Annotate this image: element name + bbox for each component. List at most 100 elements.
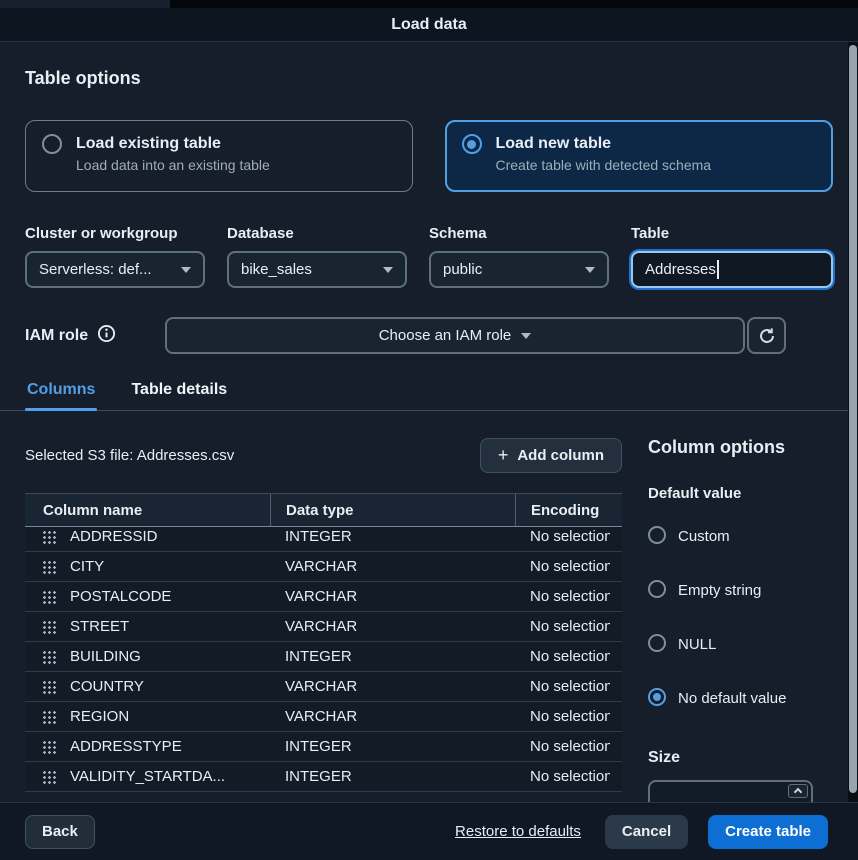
drag-handle-icon[interactable] xyxy=(42,590,56,604)
back-button[interactable]: Back xyxy=(25,815,95,849)
iam-label-group: IAM role xyxy=(25,324,165,347)
schema-label: Schema xyxy=(429,225,609,242)
cluster-field: Cluster or workgroup Serverless: def... xyxy=(25,225,205,288)
drag-handle-icon[interactable] xyxy=(42,710,56,724)
connection-fields-row: Cluster or workgroup Serverless: def... … xyxy=(25,225,833,288)
column-name-cell: ADDRESSTYPE xyxy=(70,738,182,755)
default-value-radio-group: Custom Empty string NULL No default valu… xyxy=(648,524,833,711)
radio-label: Custom xyxy=(678,524,730,549)
drag-handle-icon[interactable] xyxy=(42,770,56,784)
dialog-body: Table options Load existing table Load d… xyxy=(0,42,858,802)
encoding-cell[interactable]: No selection xyxy=(515,738,610,755)
data-type-cell[interactable]: INTEGER xyxy=(270,648,515,665)
drag-handle-icon[interactable] xyxy=(42,560,56,574)
iam-role-placeholder: Choose an IAM role xyxy=(379,327,512,344)
table-row: ADDRESSID INTEGER No selection xyxy=(25,527,622,552)
s3-file-row: Selected S3 file: Addresses.csv + Add co… xyxy=(25,437,622,473)
drag-handle-icon[interactable] xyxy=(42,680,56,694)
chevron-down-icon xyxy=(181,267,191,273)
cluster-value: Serverless: def... xyxy=(39,261,152,278)
table-row: CITY VARCHAR No selection xyxy=(25,552,622,582)
option-load-new-table[interactable]: Load new table Create table with detecte… xyxy=(445,120,834,192)
info-icon[interactable] xyxy=(97,324,116,347)
create-table-button[interactable]: Create table xyxy=(708,815,828,849)
radio-label: NULL xyxy=(678,632,716,657)
table-row: REGION VARCHAR No selection xyxy=(25,702,622,732)
database-select[interactable]: bike_sales xyxy=(227,251,407,288)
dialog-title: Load data xyxy=(391,16,467,34)
encoding-cell[interactable]: No selection xyxy=(515,708,610,725)
schema-select[interactable]: public xyxy=(429,251,609,288)
encoding-cell[interactable]: No selection xyxy=(515,678,610,695)
stepper-up-button[interactable] xyxy=(788,784,808,798)
radio-custom[interactable]: Custom xyxy=(648,524,833,549)
table-name-input[interactable]: Addresses xyxy=(631,251,833,288)
data-type-cell[interactable]: VARCHAR xyxy=(270,708,515,725)
radio-unselected-icon[interactable] xyxy=(648,526,666,544)
encoding-cell[interactable]: No selection xyxy=(515,588,610,605)
table-field: Table Addresses xyxy=(631,225,833,288)
refresh-button[interactable] xyxy=(747,317,786,354)
data-type-cell[interactable]: INTEGER xyxy=(270,528,515,545)
radio-no-default-value[interactable]: No default value xyxy=(648,686,833,711)
radio-unselected-icon[interactable] xyxy=(648,634,666,652)
chevron-down-icon xyxy=(521,333,531,339)
column-name-cell: REGION xyxy=(70,708,129,725)
data-type-cell[interactable]: VARCHAR xyxy=(270,558,515,575)
drag-handle-icon[interactable] xyxy=(42,650,56,664)
tab-table-details[interactable]: Table details xyxy=(129,381,229,410)
scrollbar-thumb[interactable] xyxy=(849,45,857,793)
encoding-cell[interactable]: No selection xyxy=(515,648,610,665)
tab-columns[interactable]: Columns xyxy=(25,381,97,410)
data-type-cell[interactable]: INTEGER xyxy=(270,768,515,785)
dialog-footer: Back Restore to defaults Cancel Create t… xyxy=(0,802,858,860)
column-name-cell: ADDRESSID xyxy=(70,528,158,545)
vertical-scrollbar[interactable] xyxy=(848,42,858,802)
schema-field: Schema public xyxy=(429,225,609,288)
column-name-cell: COUNTRY xyxy=(70,678,144,695)
table-row: POSTALCODE VARCHAR No selection xyxy=(25,582,622,612)
restore-to-defaults-link[interactable]: Restore to defaults xyxy=(455,823,581,840)
radio-null[interactable]: NULL xyxy=(648,632,833,657)
option-title: Load existing table xyxy=(76,134,270,154)
header-data-type: Data type xyxy=(270,494,515,526)
radio-selected-icon[interactable] xyxy=(462,134,482,154)
columns-left-panel: Selected S3 file: Addresses.csv + Add co… xyxy=(25,437,622,802)
radio-unselected-icon[interactable] xyxy=(42,134,62,154)
top-tab-remnant xyxy=(0,0,170,8)
encoding-cell[interactable]: No selection xyxy=(515,558,610,575)
data-type-cell[interactable]: INTEGER xyxy=(270,738,515,755)
drag-handle-icon[interactable] xyxy=(42,740,56,754)
table-row: STREET VARCHAR No selection xyxy=(25,612,622,642)
drag-handle-icon[interactable] xyxy=(42,620,56,634)
cancel-button[interactable]: Cancel xyxy=(605,815,688,849)
iam-role-select[interactable]: Choose an IAM role xyxy=(165,317,745,354)
size-input[interactable] xyxy=(648,780,813,802)
default-value-label: Default value xyxy=(648,485,833,502)
option-load-existing-table[interactable]: Load existing table Load data into an ex… xyxy=(25,120,413,192)
radio-label: No default value xyxy=(678,686,786,711)
columns-table-body[interactable]: ADDRESSID INTEGER No selection CITY VARC… xyxy=(25,527,622,793)
table-row: BUILDING INTEGER No selection xyxy=(25,642,622,672)
columns-table-header: Column name Data type Encoding xyxy=(25,494,622,527)
encoding-cell[interactable]: No selection xyxy=(515,768,610,785)
add-column-button[interactable]: + Add column xyxy=(480,438,622,473)
data-type-cell[interactable]: VARCHAR xyxy=(270,588,515,605)
cluster-select[interactable]: Serverless: def... xyxy=(25,251,205,288)
data-type-cell[interactable]: VARCHAR xyxy=(270,618,515,635)
table-label: Table xyxy=(631,225,833,242)
header-column-name: Column name xyxy=(25,494,270,526)
column-options-title: Column options xyxy=(648,437,833,458)
radio-selected-icon[interactable] xyxy=(648,688,666,706)
radio-empty-string[interactable]: Empty string xyxy=(648,578,833,603)
s3-file-text: Selected S3 file: Addresses.csv xyxy=(25,447,234,464)
encoding-cell[interactable]: No selection xyxy=(515,528,610,545)
data-type-cell[interactable]: VARCHAR xyxy=(270,678,515,695)
option-title: Load new table xyxy=(496,134,712,154)
option-description: Load data into an existing table xyxy=(76,157,270,173)
size-label: Size xyxy=(648,749,833,767)
encoding-cell[interactable]: No selection xyxy=(515,618,610,635)
drag-handle-icon[interactable] xyxy=(42,530,56,544)
column-options-panel: Column options Default value Custom Empt… xyxy=(648,437,833,802)
radio-unselected-icon[interactable] xyxy=(648,580,666,598)
